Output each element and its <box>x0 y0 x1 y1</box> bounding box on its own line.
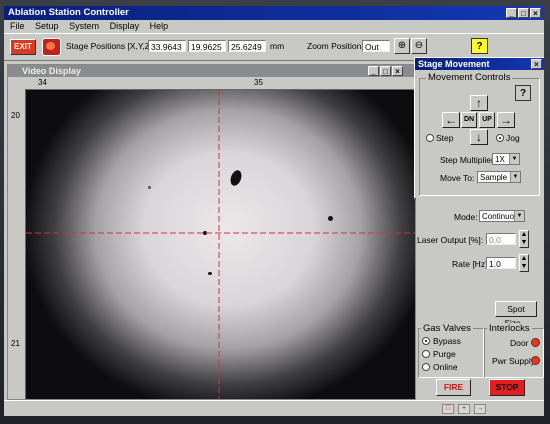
step-multiplier-label: Step Multiplier: <box>440 155 497 165</box>
close-button[interactable]: × <box>530 8 541 18</box>
title-bar: Ablation Station Controller _ □ × <box>4 6 544 20</box>
help-button[interactable]: ? <box>471 38 488 54</box>
online-radio[interactable] <box>422 363 430 371</box>
zoom-in-icon[interactable]: ⊕ <box>394 38 410 54</box>
stage-title: Stage Movement <box>418 59 490 69</box>
z-up-button[interactable]: UP <box>479 112 495 128</box>
laser-output-field[interactable]: 0.0 <box>486 233 516 245</box>
menu-bar: File Setup System Display Help <box>4 20 544 33</box>
move-up-arrow-icon[interactable]: ↑ <box>470 95 488 111</box>
horizontal-ruler: 34 35 <box>8 77 415 90</box>
step-radio[interactable] <box>426 134 434 142</box>
laser-output-label: Laser Output [%]: <box>417 235 484 245</box>
purge-radio[interactable] <box>422 350 430 358</box>
rate-field[interactable]: 1.0 <box>486 257 516 269</box>
interlocks-label: Interlocks <box>487 323 532 334</box>
rate-spinner[interactable]: ▲ ▼ <box>519 254 529 272</box>
gas-valves-label: Gas Valves <box>421 323 473 334</box>
ruler-tick-label: 34 <box>38 78 47 87</box>
jog-label: Jog <box>506 133 520 143</box>
rate-label: Rate [Hz]: <box>452 259 490 269</box>
move-down-arrow-icon[interactable]: ↓ <box>470 129 488 145</box>
bypass-radio[interactable] <box>422 337 430 345</box>
stop-sign-icon[interactable] <box>42 38 61 56</box>
video-close-button[interactable]: × <box>392 66 403 76</box>
fire-button[interactable]: FIRE <box>436 379 471 396</box>
chevron-down-icon: ▼ <box>510 172 520 182</box>
laser-control-panel: Mode: Continuous ▼ Laser Output [%]: 0.0… <box>416 197 544 397</box>
stage-y-field[interactable]: 19.9625 <box>188 40 226 52</box>
laser-output-spinner[interactable]: ▲ ▼ <box>519 230 529 248</box>
minimize-button[interactable]: _ <box>506 8 517 18</box>
exit-button[interactable]: EXIT <box>10 39 36 55</box>
stage-x-field[interactable]: 33.9643 <box>148 40 186 52</box>
purge-label: Purge <box>433 349 456 359</box>
crosshair-icon[interactable]: + <box>458 404 470 414</box>
door-label: Door <box>510 338 529 348</box>
step-label: Step <box>436 133 454 143</box>
stage-help-button[interactable]: ? <box>515 85 531 101</box>
maximize-button[interactable]: □ <box>518 8 529 18</box>
step-multiplier-select[interactable]: 1X ▼ <box>492 153 520 165</box>
stop-button[interactable]: STOP <box>489 379 525 396</box>
move-left-arrow-icon[interactable]: ← <box>442 112 460 128</box>
mode-select[interactable]: Continuous ▼ <box>479 210 525 222</box>
jog-radio[interactable] <box>496 134 504 142</box>
ruler-tick-label: 21 <box>11 339 20 348</box>
stage-title-bar: Stage Movement × <box>415 58 544 70</box>
menu-help[interactable]: Help <box>150 21 169 31</box>
stage-positions-label: Stage Positions [X,Y,Z] = <box>66 41 160 51</box>
ruler-tick-label: 35 <box>254 78 263 87</box>
mode-label: Mode: <box>454 212 478 222</box>
stage-z-field[interactable]: 25.6249 <box>228 40 266 52</box>
menu-file[interactable]: File <box>10 21 25 31</box>
move-to-value: Sample 1 <box>480 173 514 182</box>
fire-label: FIRE <box>443 382 464 392</box>
power-supply-status-led <box>531 356 540 365</box>
bypass-label: Bypass <box>433 336 461 346</box>
menu-display[interactable]: Display <box>110 21 140 31</box>
video-display-window: Video Display _ □ × 34 35 20 21 <box>7 64 416 400</box>
door-status-led <box>531 338 540 347</box>
move-right-arrow-icon[interactable]: → <box>497 112 515 128</box>
window-controls: _ □ × <box>506 8 541 18</box>
power-supply-label: Pwr Supply <box>492 356 535 366</box>
video-window-controls: _ □ × <box>368 66 403 76</box>
spot-size-button[interactable]: Spot Size... <box>495 301 537 328</box>
z-down-button[interactable]: DN <box>461 112 477 128</box>
stage-movement-window: Stage Movement × Movement Controls ? ↑ ←… <box>414 57 544 199</box>
status-bar: □ + → <box>4 400 544 416</box>
camera-view[interactable] <box>26 90 415 399</box>
menu-setup[interactable]: Setup <box>35 21 59 31</box>
window-title: Ablation Station Controller <box>8 7 129 18</box>
application-window: Ablation Station Controller _ □ × File S… <box>4 6 544 416</box>
ruler-tick-label: 20 <box>11 111 20 120</box>
video-maximize-button[interactable]: □ <box>380 66 391 76</box>
chevron-down-icon: ▼ <box>514 211 524 221</box>
chevron-down-icon: ▼ <box>509 154 519 164</box>
move-to-select[interactable]: Sample 1 ▼ <box>477 171 521 183</box>
video-title: Video Display <box>22 66 81 76</box>
zoom-position-label: Zoom Position = <box>307 41 369 51</box>
vertical-ruler: 20 21 <box>8 89 26 399</box>
stage-close-button[interactable]: × <box>531 59 542 69</box>
step-multiplier-value: 1X <box>495 155 505 164</box>
zoom-out-icon[interactable]: ⊖ <box>411 38 427 54</box>
online-label: Online <box>433 362 458 372</box>
zoom-position-field[interactable]: Out <box>362 40 390 52</box>
gas-valves-group: Gas Valves Bypass Purge Online <box>418 323 484 378</box>
interlocks-group: Interlocks Door Pwr Supply <box>484 323 544 378</box>
menu-system[interactable]: System <box>69 21 99 31</box>
video-minimize-button[interactable]: _ <box>368 66 379 76</box>
video-title-bar: Video Display _ □ × <box>8 65 415 77</box>
movement-controls-group: Movement Controls ? ↑ ← DN UP → Step ↓ J… <box>419 72 540 196</box>
frame-icon[interactable]: □ <box>442 404 454 414</box>
crosshair <box>26 90 415 399</box>
arrow-icon[interactable]: → <box>474 404 486 414</box>
units-label: mm <box>270 41 285 51</box>
movement-controls-label: Movement Controls <box>426 72 513 83</box>
move-to-label: Move To: <box>440 173 475 183</box>
